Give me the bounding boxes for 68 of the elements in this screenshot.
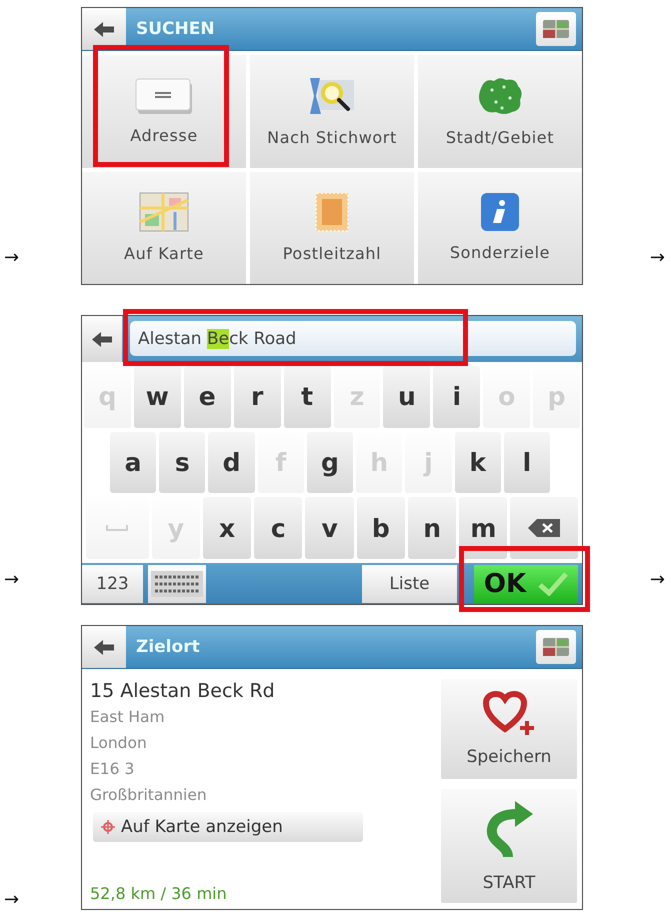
menu-tile[interactable]: Nach Stichwort [250,55,414,168]
input-field[interactable]: Alestan Beck Road [130,321,576,356]
step-arrow: → [4,891,20,909]
region-map-icon [476,76,524,116]
keyboard-key[interactable]: n [408,497,456,560]
back-button[interactable] [82,626,126,668]
numbers-key[interactable]: 123 [82,565,143,603]
map-icon [543,20,569,38]
ok-button[interactable]: OK [474,565,578,603]
keyboard-key[interactable]: r [234,366,281,428]
route-summary: 52,8 km / 36 min [90,884,227,903]
keyboard-key[interactable]: k [454,432,501,494]
keyboard-key[interactable]: c [254,497,302,560]
backspace-icon [528,519,560,538]
keyboard-key[interactable]: u [383,366,430,428]
space-icon [106,524,128,532]
address-line: Großbritannien [90,785,207,806]
keyboard-key[interactable]: a [110,432,156,494]
info-icon [481,193,519,232]
keyboard-key[interactable]: i [433,366,480,428]
keyboard-key[interactable]: v [305,497,354,560]
keyboard-key[interactable]: m [459,497,508,560]
address-line: London [90,733,147,754]
menu-tile[interactable]: Auf Karte [82,172,246,284]
step-arrow: → [650,571,665,589]
screen-title: SUCHEN [136,19,215,39]
keyboard-key[interactable]: b [356,497,405,560]
street-map-icon [139,192,189,232]
keyboard-icon [151,571,203,597]
map-button[interactable] [536,12,576,46]
map-button[interactable] [536,630,576,664]
menu-tile[interactable]: Adresse [82,55,246,168]
back-arrow-icon [94,640,114,654]
step-arrow: → [650,249,665,267]
keyboard-key[interactable]: d [208,432,255,494]
keyboard-key[interactable]: s [159,432,206,494]
card-icon [135,78,193,114]
keyboard-key[interactable]: x [202,497,252,560]
backspace-key[interactable] [510,497,578,560]
address-line: E16 3 [90,759,134,780]
back-arrow-icon [92,332,112,346]
map-icon [543,638,569,656]
step-arrow: → [4,249,20,267]
step-arrow: → [4,571,20,589]
back-button[interactable] [82,8,126,50]
address-line: East Ham [90,707,165,728]
crosshair-icon [101,820,115,834]
street-address: 15 Alestan Beck Rd [90,679,275,704]
keyboard-key[interactable]: t [284,366,331,428]
turn-arrow-icon [484,799,534,857]
menu-tile[interactable]: Postleitzahl [250,172,414,284]
keyboard-key[interactable]: w [134,366,181,428]
back-button[interactable] [82,316,122,362]
menu-tile[interactable]: Stadt/Gebiet [418,55,582,168]
show-on-map-button[interactable]: Auf Karte anzeigen [93,812,363,842]
save-button[interactable]: Speichern [441,679,577,779]
heart-plus-icon [483,691,535,737]
screen-title: Zielort [136,637,200,657]
keyboard-layout-button[interactable] [148,565,206,603]
stamp-icon [315,192,349,232]
keyboard-key[interactable]: e [184,366,231,428]
menu-tile[interactable]: Sonderziele [418,172,582,284]
list-button[interactable]: Liste [362,565,457,603]
back-arrow-icon [94,22,114,36]
keyboard-key[interactable]: g [306,432,354,494]
keyboard-key[interactable]: l [504,432,550,494]
start-button[interactable]: START [441,789,577,903]
check-icon [538,572,568,596]
